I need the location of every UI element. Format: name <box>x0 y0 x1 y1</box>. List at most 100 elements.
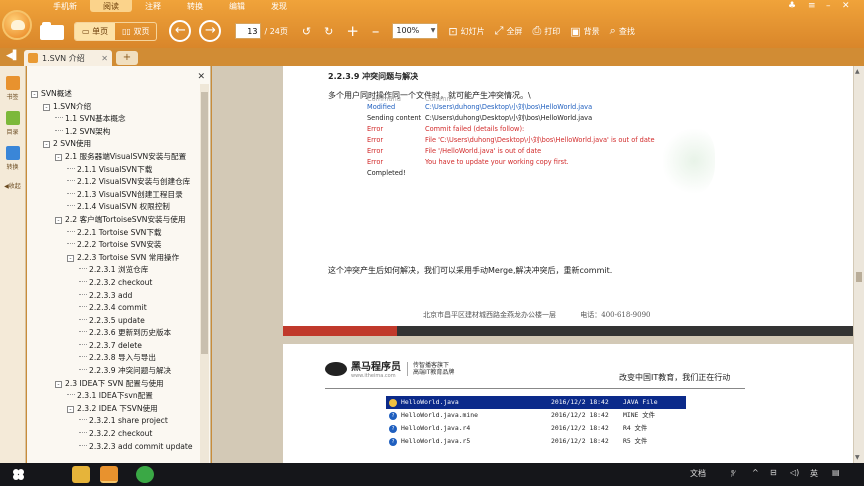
close-outline-icon[interactable]: ✕ <box>197 72 205 82</box>
find-button[interactable]: ⌕ 查找 <box>610 22 635 40</box>
outline-item[interactable]: 2.2.3.3 add <box>31 290 199 303</box>
ime-label[interactable]: 文档 <box>690 468 706 479</box>
zoom-out-button[interactable]: – <box>372 22 383 40</box>
zoom-value: 100% <box>392 23 439 39</box>
menu-tab-5[interactable]: 发现 <box>258 0 300 12</box>
collapse-toggle-icon[interactable]: - <box>55 380 62 388</box>
document-scroll-thumb[interactable] <box>856 272 862 282</box>
network-icon[interactable]: ⊟ <box>770 468 777 477</box>
background-button[interactable]: ▣ 背景 <box>570 22 599 40</box>
outline-item[interactable]: 2.2.1 Tortoise SVN下载 <box>31 227 199 240</box>
rotate-left-button[interactable]: ↺ <box>302 22 314 40</box>
minimize-icon[interactable]: – <box>826 1 831 11</box>
print-button[interactable]: ⎙ 打印 <box>532 22 560 40</box>
document-tab[interactable]: 1.SVN 介绍 ✕ <box>24 50 112 66</box>
outline-item-label: 2.3 IDEA下 SVN 配置与使用 <box>65 378 164 388</box>
outline-item[interactable]: 2.1.4 VisualSVN 权限控制 <box>31 201 199 214</box>
input-language[interactable]: 英 <box>810 468 818 479</box>
document-scrollbar[interactable]: ▲ ▼ <box>854 66 864 463</box>
console-message: Commit failed (details follow): <box>425 125 525 133</box>
zoom-select[interactable]: 100% <box>392 23 439 39</box>
double-page-button[interactable]: ▯▯ 双页 <box>115 23 156 40</box>
file-explorer-icon[interactable] <box>72 466 90 483</box>
outline-item[interactable]: 2.1.1 VisualSVN下载 <box>31 164 199 177</box>
outline-item[interactable]: -2.1 服务器端VisualSVN安装与配置 <box>31 151 199 164</box>
slideshow-button[interactable]: ⊡ 幻灯片 <box>448 22 484 40</box>
outline-item[interactable]: 2.2.3.7 delete <box>31 340 199 353</box>
outline-item[interactable]: 2.3.1 IDEA下svn配置 <box>31 390 199 403</box>
single-page-button[interactable]: ▭ 单页 <box>75 22 116 40</box>
collapse-toggle-icon[interactable]: - <box>55 153 62 161</box>
outline-item[interactable]: 2.3.2.3 add commit update <box>31 441 199 454</box>
menu-tab-4[interactable]: 编辑 <box>216 0 258 12</box>
outline-item[interactable]: 1.1 SVN基本概念 <box>31 113 199 126</box>
bookmark-icon <box>5 76 20 90</box>
console-action: Error <box>367 158 384 166</box>
person-icon[interactable]: ꐕ <box>730 468 736 479</box>
start-button[interactable] <box>12 468 25 481</box>
left-icon-bar: 书签 目录 转换 ◀收起 <box>0 66 26 463</box>
document-viewer[interactable]: 2.2.3.9 冲突问题与解决 多个用户同时操作同一个文件时，就可能产生冲突情况… <box>212 66 864 463</box>
fullscreen-button[interactable]: ⤢ 全屏 <box>495 22 523 40</box>
convert-button[interactable]: 转换 <box>0 146 25 171</box>
skin-icon[interactable]: ♣ <box>788 1 796 11</box>
outline-item[interactable]: 2.2.3.2 checkout <box>31 277 199 290</box>
outline-item[interactable]: 2.2.3.5 update <box>31 315 199 328</box>
rotate-right-button[interactable]: ↻ <box>324 22 336 40</box>
collapse-toggle-icon[interactable]: - <box>43 141 50 149</box>
outline-item[interactable]: 2.2.3.8 导入与导出 <box>31 352 199 365</box>
outline-item[interactable]: 1.2 SVN架构 <box>31 126 199 139</box>
outline-item[interactable]: - SVN概述 <box>31 88 199 101</box>
outline-item[interactable]: -2.3.2 IDEA 下SVN使用 <box>31 403 199 416</box>
outline-item[interactable]: -2.2 客户端TortoiseSVN安装与使用 <box>31 214 199 227</box>
outline-item[interactable]: -2 SVN使用 <box>31 138 199 151</box>
horse-logo-icon <box>325 361 347 376</box>
outline-item[interactable]: -2.3 IDEA下 SVN 配置与使用 <box>31 378 199 391</box>
outline-item[interactable]: 2.2.3.4 commit <box>31 302 199 315</box>
outline-item[interactable]: 2.3.2.2 checkout <box>31 428 199 441</box>
collapse-button[interactable]: ◀收起 <box>0 181 25 190</box>
browser-icon[interactable] <box>136 466 154 483</box>
fullscreen-icon: ⤢ <box>494 24 504 37</box>
collapse-toggle-icon[interactable]: - <box>31 91 38 98</box>
outline-item[interactable]: 2.3.2.1 share project <box>31 415 199 428</box>
close-tab-icon[interactable]: ✕ <box>101 54 108 63</box>
outline-button[interactable]: 目录 <box>0 111 25 136</box>
prev-page-button[interactable]: ← <box>169 20 192 42</box>
menu-tab-3[interactable]: 转换 <box>174 0 216 12</box>
chevron-up-icon[interactable]: ^ <box>752 468 759 477</box>
menu-tab-2[interactable]: 注释 <box>132 0 174 12</box>
zoom-in-button[interactable]: + <box>346 22 362 40</box>
outline-item[interactable]: 2.1.2 VisualSVN安装与创建仓库 <box>31 176 199 189</box>
close-window-icon[interactable]: ✕ <box>842 1 850 11</box>
page-number-input[interactable] <box>235 23 262 39</box>
sidebar-toggle-icon[interactable]: ◀▌ <box>6 51 20 61</box>
collapse-toggle-icon[interactable]: - <box>55 216 62 224</box>
scroll-up-icon[interactable]: ▲ <box>855 68 860 75</box>
outline-item[interactable]: 2.2.3.1 浏览仓库 <box>31 264 199 277</box>
outline-item[interactable]: 2.1.3 VisualSVN创建工程目录 <box>31 189 199 202</box>
scroll-down-icon[interactable]: ▼ <box>855 454 860 461</box>
outline-scrollbar[interactable] <box>200 84 209 463</box>
open-folder-icon[interactable] <box>40 22 64 40</box>
next-page-button[interactable]: → <box>199 20 222 42</box>
outline-item[interactable]: 2.2.3.6 更新到历史版本 <box>31 327 199 340</box>
collapse-toggle-icon[interactable]: - <box>67 405 74 413</box>
bookmark-button[interactable]: 书签 <box>0 76 25 101</box>
collapse-toggle-icon[interactable]: - <box>67 254 74 262</box>
outline-item-label: 2.2.3.5 update <box>89 315 145 325</box>
menu-tab-1[interactable]: 阅读 <box>90 0 132 12</box>
new-tab-button[interactable]: + <box>116 51 138 65</box>
volume-icon[interactable]: ◁) <box>790 468 799 477</box>
menu-tab-0[interactable]: 手机新 <box>40 0 90 12</box>
outline-item[interactable]: 2.2.2 Tortoise SVN安装 <box>31 239 199 252</box>
outline-item[interactable]: -2.2.3 Tortoise SVN 常用操作 <box>31 252 199 265</box>
outline-scroll-thumb[interactable] <box>201 92 208 354</box>
outline-item[interactable]: -1.SVN介绍 <box>31 101 199 114</box>
notification-icon[interactable]: ▤ <box>832 468 840 477</box>
outline-item[interactable]: 2.2.3.9 冲突问题与解决 <box>31 365 199 378</box>
pdf-reader-task-icon[interactable] <box>100 466 118 483</box>
collapse-toggle-icon[interactable]: - <box>43 103 50 111</box>
app-logo-icon[interactable] <box>2 10 32 40</box>
menu-icon[interactable]: ≡ <box>808 1 816 11</box>
